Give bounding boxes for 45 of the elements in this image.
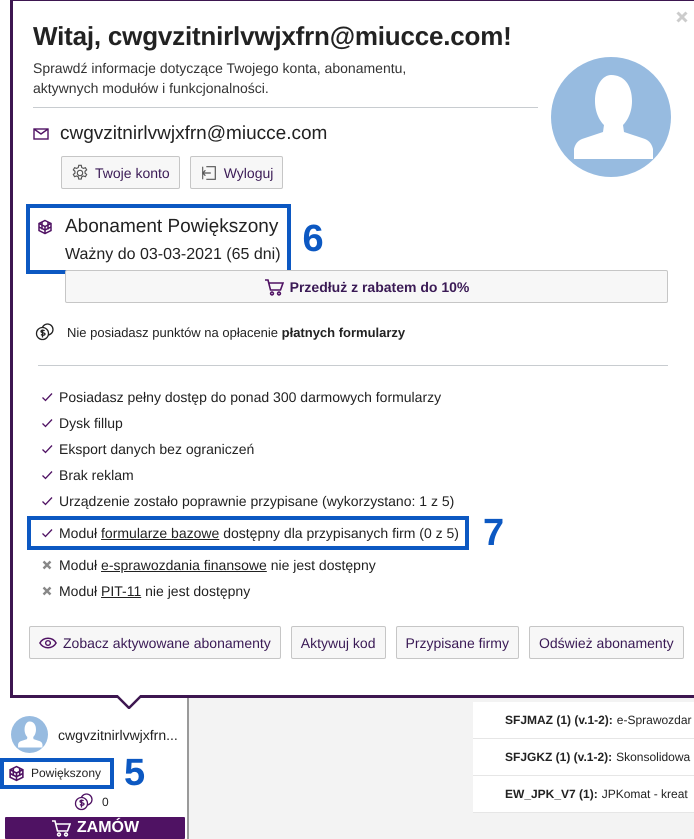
coins-icon bbox=[35, 323, 55, 341]
order-button[interactable]: ZAMÓW bbox=[5, 817, 185, 839]
plan-validity: Ważny do 03-03-2021 (65 dni) bbox=[65, 246, 281, 264]
cart-icon bbox=[264, 278, 284, 296]
document-item[interactable]: EW_JPK_V7 (1): JPKomat - kreat bbox=[473, 776, 694, 813]
coins-icon bbox=[74, 793, 94, 811]
footer-button[interactable]: Aktywuj kod bbox=[290, 626, 386, 659]
extend-button[interactable]: Przedłuż z rabatem do 10% bbox=[65, 270, 668, 303]
module-link[interactable]: formularze bazowe bbox=[101, 525, 220, 541]
plan-label: Powiększony bbox=[31, 766, 102, 780]
module-link[interactable]: e-sprawozdania finansowe bbox=[101, 557, 267, 573]
welcome-title: Witaj, cwgvzitnirlvwjxfrn@miucce.com! bbox=[33, 21, 513, 52]
document-item[interactable]: SFJGKZ (1) (v.1-2): Skonsolidowa bbox=[473, 739, 694, 776]
callout-number: 6 bbox=[302, 220, 324, 258]
plan-name: Abonament Powiększony bbox=[65, 216, 280, 238]
points-count: 0 bbox=[102, 795, 109, 809]
feature-text: Dysk fillup bbox=[59, 415, 123, 431]
gear-icon bbox=[71, 164, 89, 182]
module-link[interactable]: PIT-11 bbox=[101, 583, 142, 599]
feature-text: Brak reklam bbox=[59, 467, 134, 483]
feature-text: Posiadasz pełny dostęp do ponad 300 darmowych formularzy bbox=[59, 389, 442, 405]
points-note: Nie posiadasz punktów na opłacenie płatnych formularzy bbox=[67, 324, 406, 340]
welcome-subtitle: Sprawdź informacje dotyczące Twojego konta, abonamentu, aktywnych modułów i funkcjonalności. bbox=[33, 59, 408, 98]
footer-button[interactable]: Odśwież abonamenty bbox=[528, 626, 684, 659]
footer-button[interactable]: Przypisane firmy bbox=[396, 626, 519, 659]
footer-button[interactable]: Zobacz aktywowane abonamenty bbox=[29, 626, 281, 659]
cube-icon bbox=[37, 219, 53, 235]
account-button[interactable]: Wyloguj bbox=[190, 156, 284, 189]
mail-icon bbox=[33, 128, 49, 140]
account-button[interactable]: Twoje konto bbox=[61, 156, 180, 189]
feature-text: Moduł formularze bazowe dostępny dla przypisanych firm (0 z 5) bbox=[59, 525, 459, 541]
user-name: cwgvzitnirlvwjxfrn... bbox=[58, 726, 178, 742]
cart-icon bbox=[50, 819, 71, 837]
feature-text: Moduł PIT-11 nie jest dostępny bbox=[59, 583, 250, 599]
close-icon[interactable] bbox=[676, 11, 688, 23]
callout-number: 7 bbox=[482, 514, 504, 552]
feature-text: Moduł e-sprawozdania finansowe nie jest dostępny bbox=[59, 557, 376, 573]
cube-icon bbox=[8, 764, 25, 782]
document-item[interactable]: SFJMAZ (1) (v.1-2): e-Sprawozdar bbox=[473, 702, 694, 739]
avatar bbox=[11, 716, 48, 753]
feature-text: Eksport danych bez ograniczeń bbox=[59, 441, 254, 457]
callout-number: 5 bbox=[124, 754, 146, 792]
logout-icon bbox=[200, 164, 218, 182]
feature-text: Urządzenie zostało poprawnie przypisane (wykorzystano: 1 z 5) bbox=[59, 493, 454, 509]
account-email: cwgvzitnirlvwjxfrn@miucce.com bbox=[60, 123, 328, 145]
